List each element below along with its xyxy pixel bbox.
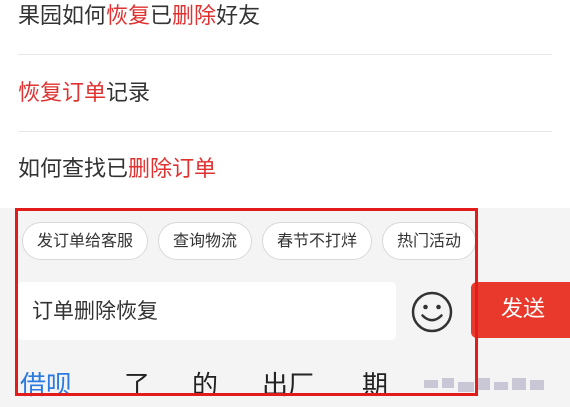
ime-candidate[interactable]: 出厂 [262, 368, 314, 404]
send-button[interactable]: 发送 [471, 282, 570, 338]
suggestion-text: 果园如何 [18, 4, 107, 29]
emoji-button[interactable] [408, 288, 456, 336]
chip-send-order[interactable]: 发订单给客服 [22, 222, 149, 260]
divider [18, 54, 552, 55]
chat-input-area: 发订单给客服 查询物流 春节不打烊 热门活动 订单删除恢复 发送 借呗 了 的 出厂 … [0, 208, 570, 407]
suggestion-highlight: 删除 [128, 157, 173, 182]
suggestion-item[interactable]: 果园如何恢复已删除好友 [18, 2, 552, 32]
quick-reply-chips: 发订单给客服 查询物流 春节不打烊 热门活动 [22, 222, 570, 262]
suggestion-highlight: 恢复 [106, 4, 151, 29]
chip-spring-festival[interactable]: 春节不打烊 [262, 222, 373, 260]
ime-candidate[interactable]: 期 [362, 368, 388, 404]
suggestion-highlight: 订单 [62, 81, 107, 106]
message-input-value: 订单删除恢复 [32, 299, 158, 323]
suggestion-text: 如何查找已 [18, 157, 129, 182]
suggestion-text: 已 [150, 4, 173, 29]
suggestion-highlight: 订单 [172, 157, 217, 182]
divider [18, 131, 552, 132]
ime-candidate[interactable]: 借呗 [20, 368, 72, 404]
suggestion-highlight: 恢复 [18, 81, 63, 106]
ime-candidate[interactable]: 的 [192, 368, 218, 404]
suggestion-item[interactable]: 恢复订单记录 [18, 79, 552, 109]
smiley-icon [411, 291, 453, 333]
suggestion-highlight: 删除 [172, 4, 217, 29]
chip-track-shipping[interactable]: 查询物流 [158, 222, 253, 260]
keyboard-collapse-icon[interactable] [420, 374, 560, 402]
ime-candidate[interactable]: 了 [124, 368, 150, 404]
suggestion-text: 好友 [216, 4, 261, 29]
suggestion-text: 记录 [106, 81, 151, 106]
chip-hot-events[interactable]: 热门活动 [382, 222, 477, 260]
message-input[interactable]: 订单删除恢复 [18, 282, 396, 340]
suggestion-item[interactable]: 如何查找已删除订单 [18, 155, 552, 185]
ime-candidate-bar: 借呗 了 的 出厂 期 [0, 360, 570, 407]
